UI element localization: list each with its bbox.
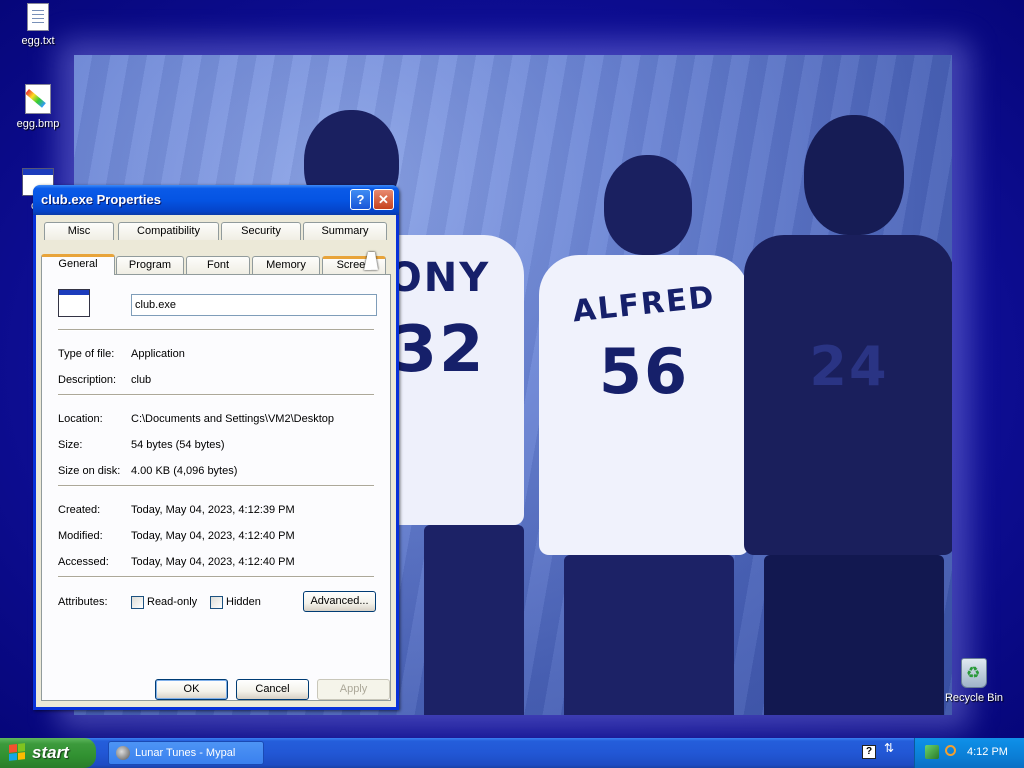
separator xyxy=(58,329,374,331)
start-label: start xyxy=(32,743,69,762)
advanced-button[interactable]: Advanced... xyxy=(303,591,376,612)
readonly-label[interactable]: Read-only xyxy=(147,596,197,608)
size-on-disk-value: 4.00 KB (4,096 bytes) xyxy=(131,465,238,477)
taskbar-item-label: Lunar Tunes - Mypal xyxy=(135,747,236,759)
created-value: Today, May 04, 2023, 4:12:39 PM xyxy=(131,504,295,516)
desktop-icon-label: egg.bmp xyxy=(16,118,60,130)
tab-summary[interactable]: Summary xyxy=(303,222,387,240)
tab-misc[interactable]: Misc xyxy=(44,222,114,240)
desktop-icon-recycle-bin[interactable]: Recycle Bin xyxy=(938,658,1010,704)
close-button[interactable]: ✕ xyxy=(373,189,394,210)
wallpaper-jersey-number: 24 xyxy=(809,335,889,398)
wallpaper-jersey-text: ALFRED xyxy=(570,279,718,330)
bitmap-file-icon xyxy=(25,84,51,114)
separator xyxy=(58,394,374,396)
hidden-checkbox[interactable] xyxy=(210,596,223,609)
recycle-bin-icon xyxy=(961,658,987,688)
desktop-icon-egg-bmp[interactable]: egg.bmp xyxy=(2,84,74,130)
taskbar-item-mypal[interactable]: Lunar Tunes - Mypal xyxy=(108,741,264,765)
separator xyxy=(58,576,374,578)
readonly-checkbox[interactable] xyxy=(131,596,144,609)
taskbar: start Lunar Tunes - Mypal ? ⇅ 4:12 PM xyxy=(0,738,1024,768)
accessed-label: Accessed: xyxy=(58,556,109,568)
dialog-title: club.exe Properties xyxy=(41,192,161,207)
search-icon[interactable] xyxy=(945,745,956,756)
created-label: Created: xyxy=(58,504,101,516)
desktop-icon-label: egg.txt xyxy=(21,35,55,47)
tab-font[interactable]: Font xyxy=(186,256,250,274)
desktop-icon-egg-txt[interactable]: egg.txt xyxy=(2,3,74,47)
tab-memory[interactable]: Memory xyxy=(252,256,320,274)
file-name-input[interactable] xyxy=(131,294,377,316)
type-label: Type of file: xyxy=(58,348,115,360)
modified-value: Today, May 04, 2023, 4:12:40 PM xyxy=(131,530,295,542)
dialog-titlebar[interactable]: club.exe Properties ? ✕ xyxy=(33,185,399,215)
general-tab-panel: Type of file: Application Description: c… xyxy=(41,274,391,701)
attributes-label: Attributes: xyxy=(58,596,108,608)
ok-button[interactable]: OK xyxy=(155,679,228,700)
windows-logo-icon xyxy=(9,743,25,761)
tab-security[interactable]: Security xyxy=(221,222,301,240)
size-label: Size: xyxy=(58,439,83,451)
description-value: club xyxy=(131,374,152,386)
size-on-disk-label: Size on disk: xyxy=(58,465,121,477)
text-file-icon xyxy=(27,3,49,31)
accessed-value: Today, May 04, 2023, 4:12:40 PM xyxy=(131,556,295,568)
location-value: C:\Documents and Settings\VM2\Desktop xyxy=(131,413,334,425)
network-icon[interactable] xyxy=(925,745,939,759)
mypal-browser-icon xyxy=(116,746,130,760)
help-tray-icon[interactable]: ? xyxy=(862,745,876,759)
description-label: Description: xyxy=(58,374,117,386)
program-icon xyxy=(58,289,90,317)
wallpaper-player-middle: ALFRED 56 xyxy=(524,145,764,715)
clock[interactable]: 4:12 PM xyxy=(967,746,1008,758)
properties-dialog: club.exe Properties ? ✕ Misc Compatibili… xyxy=(33,185,399,710)
tab-general[interactable]: General xyxy=(41,254,115,275)
dialog-client-area: Misc Compatibility Security Summary Gene… xyxy=(36,215,396,707)
separator xyxy=(58,485,374,487)
hidden-label[interactable]: Hidden xyxy=(226,596,261,608)
wallpaper-player-right: 24 xyxy=(734,115,952,715)
desktop-icon-label: Recycle Bin xyxy=(944,692,1004,704)
network-activity-icon[interactable]: ⇅ xyxy=(884,742,894,754)
modified-label: Modified: xyxy=(58,530,103,542)
type-value: Application xyxy=(131,348,185,360)
size-value: 54 bytes (54 bytes) xyxy=(131,439,225,451)
help-button[interactable]: ? xyxy=(350,189,371,210)
apply-button[interactable]: Apply xyxy=(317,679,390,700)
system-tray: 4:12 PM xyxy=(914,738,1024,768)
cancel-button[interactable]: Cancel xyxy=(236,679,309,700)
start-button[interactable]: start xyxy=(0,738,96,768)
location-label: Location: xyxy=(58,413,103,425)
tab-program[interactable]: Program xyxy=(116,256,184,274)
wallpaper-jersey-number: 56 xyxy=(598,335,690,408)
tab-compatibility[interactable]: Compatibility xyxy=(118,222,219,240)
